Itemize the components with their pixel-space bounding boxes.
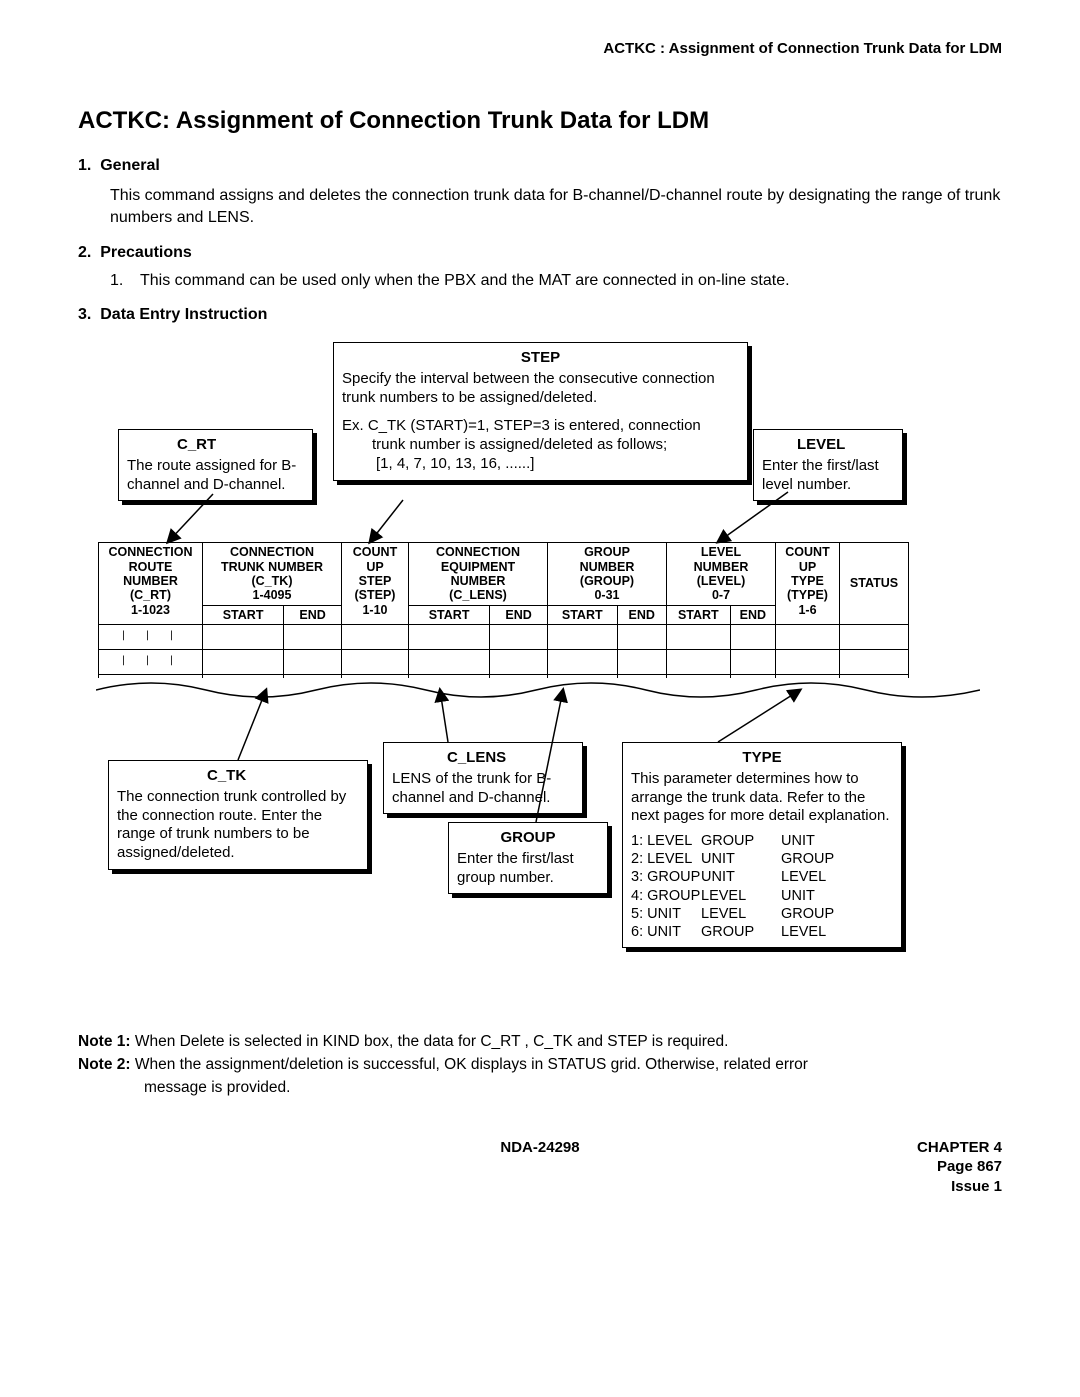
callout-crt: C_RT The route assigned for B-channel an…: [118, 429, 313, 501]
diagram: STEP Specify the interval between the co…: [98, 342, 978, 1022]
callout-step-l2: Ex. C_TK (START)=1, STEP=3 is entered, c…: [342, 417, 739, 436]
callout-type-body: This parameter determines how to arrange…: [631, 770, 893, 826]
page-title: ACTKC: Assignment of Connection Trunk Da…: [78, 107, 1002, 135]
note2-label: Note 2:: [78, 1056, 131, 1073]
callout-step-l1: Specify the interval between the consecu…: [342, 370, 739, 408]
footer-page: Page 867: [78, 1157, 1002, 1177]
page-footer: NDA-24298 CHAPTER 4 Page 867 Issue 1: [78, 1139, 1002, 1197]
callout-clens: C_LENS LENS of the trunk for B-channel a…: [383, 742, 583, 814]
callout-ctk-body: The connection trunk controlled by the c…: [117, 788, 359, 863]
sec2-item-text: This command can be used only when the P…: [140, 272, 790, 289]
note2-text-b: message is provided.: [144, 1078, 1002, 1099]
torn-edge: [96, 678, 980, 702]
callout-clens-title: C_LENS: [392, 749, 574, 768]
callout-level: LEVEL Enter the first/last level number.: [753, 429, 903, 501]
sec1-title: General: [100, 157, 160, 174]
footer-issue: Issue 1: [78, 1177, 1002, 1197]
callout-crt-body: The route assigned for B-channel and D-c…: [127, 457, 304, 495]
note2-text-a: When the assignment/deletion is successf…: [135, 1056, 808, 1073]
callout-step-l4: [1, 4, 7, 10, 13, 16, ......]: [342, 455, 739, 474]
section-2-head: 2. Precautions: [78, 244, 1002, 262]
callout-ctk: C_TK The connection trunk controlled by …: [108, 760, 368, 870]
sec1-body: This command assigns and deletes the con…: [110, 185, 1002, 228]
callout-type-grid: 1: LEVELGROUPUNIT 2: LEVELUNITGROUP 3: G…: [631, 832, 893, 941]
section-3-head: 3. Data Entry Instruction: [78, 306, 1002, 324]
callout-level-body: Enter the first/last level number.: [762, 457, 894, 495]
callout-group-body: Enter the first/last group number.: [457, 850, 599, 888]
sec2-num: 2.: [78, 244, 91, 261]
sec3-num: 3.: [78, 306, 91, 323]
callout-step: STEP Specify the interval between the co…: [333, 342, 748, 481]
sec2-item-num: 1.: [110, 272, 140, 290]
callout-ctk-title: C_TK: [117, 767, 359, 786]
running-header: ACTKC : Assignment of Connection Trunk D…: [78, 40, 1002, 57]
sec2-title: Precautions: [100, 244, 192, 261]
note1-label: Note 1:: [78, 1033, 131, 1050]
sec2-list: 1.This command can be used only when the…: [110, 272, 1002, 290]
notes: Note 1: When Delete is selected in KIND …: [78, 1032, 1002, 1099]
callout-group: GROUP Enter the first/last group number.: [448, 822, 608, 894]
callout-crt-title: C_RT: [127, 436, 304, 455]
callout-step-title: STEP: [342, 349, 739, 368]
sec3-title: Data Entry Instruction: [100, 306, 267, 323]
callout-clens-body: LENS of the trunk for B-channel and D-ch…: [392, 770, 574, 808]
sec1-num: 1.: [78, 157, 91, 174]
callout-type: TYPE This parameter determines how to ar…: [622, 742, 902, 948]
callout-type-title: TYPE: [631, 749, 893, 768]
callout-level-title: LEVEL: [762, 436, 894, 455]
callout-group-title: GROUP: [457, 829, 599, 848]
callout-step-l3: trunk number is assigned/deleted as foll…: [342, 436, 739, 455]
section-1-head: 1. General: [78, 157, 1002, 175]
parameter-table: CONNECTIONROUTENUMBER(C_RT)1-1023 CONNEC…: [98, 542, 909, 700]
note1-text: When Delete is selected in KIND box, the…: [135, 1033, 729, 1050]
